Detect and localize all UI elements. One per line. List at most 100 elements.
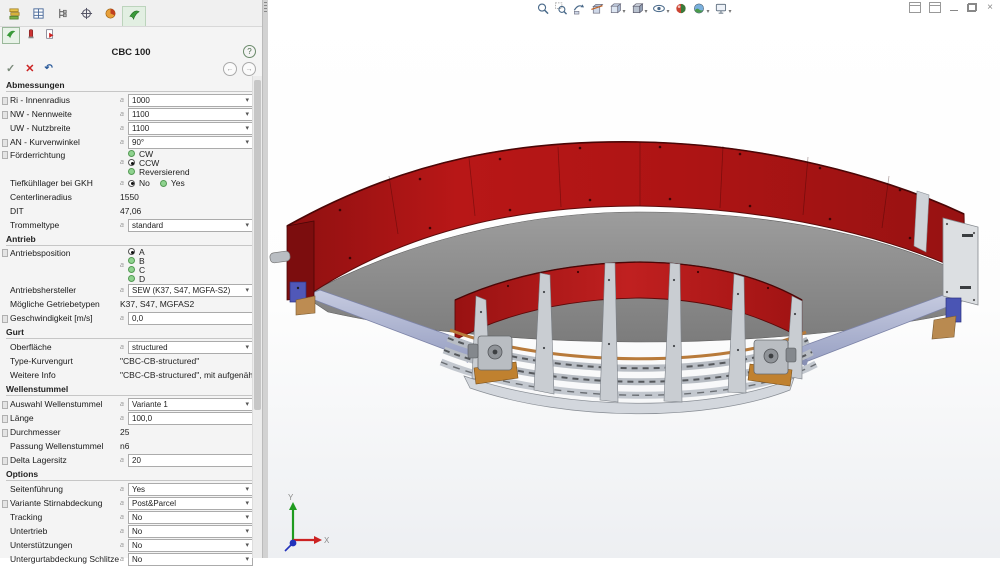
select-untergurtabdeckung-schlitze[interactable]: No [128,553,253,566]
tab-displaymanager-tab[interactable] [98,5,122,26]
radio-group-tiefk-hllager-bei-gkh: No Yes [128,179,185,188]
select-antriebshersteller[interactable]: SEW (K37, S47, MGFA-S2) [128,284,253,297]
radio-dot-icon[interactable] [128,257,135,264]
hud-button-display-style[interactable]: ▾ [629,1,648,21]
select-ri-innenradius[interactable]: 1000 [128,94,253,107]
hud-button-previous-view[interactable] [571,1,586,21]
conveyor-model[interactable] [269,142,978,414]
tab-dimxpertmanager-tab[interactable] [74,5,98,26]
field-label: Auswahl Wellenstummel [10,399,120,409]
hud-button-view-settings[interactable]: ▾ [714,1,733,21]
field-value: 1100 [132,110,243,119]
radio-dot-icon[interactable] [128,150,135,157]
select-uw-nutzbreite[interactable]: 1100 [128,122,253,135]
select-untertrieb[interactable]: No [128,525,253,538]
field-label: Centerlineradius [10,192,120,202]
field-label: Unterstützungen [10,540,120,550]
undo-button[interactable]: ↶ [44,64,52,74]
hud-button-edit-appearance[interactable] [674,1,689,21]
panel-scrollbar[interactable] [252,76,262,558]
input-delta-lagersitz[interactable]: 20 [128,454,253,467]
radio-dot-icon[interactable] [128,248,135,255]
minimize-icon[interactable] [949,3,959,12]
graphics-viewport[interactable]: Y X ▾▾▾▾▾ × [268,0,1000,558]
field-value: No [132,555,243,564]
radio-dot-icon[interactable] [128,159,135,166]
config-marker-icon [2,111,8,119]
hud-button-apply-scene[interactable]: ▾ [692,1,711,21]
config-marker-icon [2,249,8,257]
readonly-value-type-kurvengurt: "CBC-CB-structured" [120,356,199,366]
select-seitenf-hrung[interactable]: Yes [128,483,253,496]
radio-label: Reversierend [139,167,190,177]
select-variante-stirnabdeckung[interactable]: Post&Parcel [128,497,253,510]
input-l-nge[interactable]: 100,0 [128,412,253,425]
link-icon: a [120,125,125,132]
hide-show-icon [652,2,665,20]
field-value: Yes [132,485,243,494]
select-auswahl-wellenstummel[interactable]: Variante 1 [128,398,253,411]
radio-dot-icon[interactable] [128,180,135,187]
field-label: Seitenführung [10,484,120,494]
tab-configurationmanager-tab[interactable] [50,5,74,26]
field-control: aABCD [120,247,253,283]
field-row-dit: DIT47,06 [0,204,262,218]
radio-dot-icon[interactable] [160,180,167,187]
radio-dot-icon[interactable] [128,275,135,282]
chevron-down-icon[interactable]: ▾ [707,8,710,15]
radio-option-no[interactable]: No [128,179,150,188]
field-label: Tracking [10,512,120,522]
field-label: Geschwindigkeit [m/s] [10,313,120,323]
select-unterst-tzungen[interactable]: No [128,539,253,552]
chevron-down-icon[interactable]: ▾ [729,8,732,15]
tab-custom-tool-tab[interactable] [122,6,146,26]
chevron-down-icon[interactable]: ▾ [644,8,647,15]
help-icon[interactable]: ? [243,45,256,58]
cancel-button[interactable]: ✕ [25,64,34,75]
radio-dot-icon[interactable] [128,266,135,273]
radio-option-d[interactable]: D [128,274,145,283]
close-icon[interactable]: × [985,3,995,12]
zoom-area-icon [554,2,567,20]
hud-button-zoom-fit[interactable] [535,1,550,21]
radio-option-reversierend[interactable]: Reversierend [128,167,190,176]
select-an-kurvenwinkel[interactable]: 90° [128,136,253,149]
hud-button-section-view[interactable] [589,1,604,21]
subtab-motor[interactable] [23,28,39,43]
pane2-icon[interactable] [929,2,941,13]
field-value: 100,0 [132,414,249,423]
back-button[interactable]: ← [223,62,237,76]
hud-button-view-orientation[interactable]: ▾ [607,1,626,21]
link-icon: a [120,111,125,118]
field-label: Oberfläche [10,342,120,352]
chevron-down-icon[interactable]: ▾ [666,8,669,15]
select-tracking[interactable]: No [128,511,253,524]
field-label: Förderrichtung [10,150,120,160]
scrollbar-thumb[interactable] [254,80,261,410]
field-row-seitenf-hrung: Seitenführunga Yes [0,482,262,496]
restore-icon[interactable] [967,3,977,12]
tab-featuremanager-tab[interactable] [2,5,26,26]
chevron-down-icon[interactable]: ▾ [622,8,625,15]
subtab-component-swoosh[interactable] [2,27,20,44]
field-value: 1000 [132,96,243,105]
subtab-export[interactable] [42,28,58,43]
ok-button[interactable]: ✓ [6,64,15,75]
page-title: CBC 100 [111,47,150,58]
radio-option-yes[interactable]: Yes [160,179,185,188]
select-nw-nennweite[interactable]: 1100 [128,108,253,121]
hud-button-zoom-area[interactable] [553,1,568,21]
field-control: a Yes [120,483,253,496]
featuremanager-tab-icon [8,7,21,25]
pane-icon[interactable] [909,2,921,13]
forward-button[interactable]: → [242,62,256,76]
tab-propertymanager-tab[interactable] [26,5,50,26]
select-trommeltype[interactable]: standard [128,219,253,232]
readonly-value-weitere-info: "CBC-CB-structured", mit aufgenähter und… [120,370,253,380]
radio-dot-icon[interactable] [128,168,135,175]
input-geschwindigkeit-m-s[interactable]: 0,0 [128,312,253,325]
hud-button-hide-show[interactable]: ▾ [651,1,670,21]
select-oberfl-che[interactable]: structured [128,341,253,354]
readonly-value-passung-wellenstummel: n6 [120,441,129,451]
link-icon: a [120,486,125,493]
